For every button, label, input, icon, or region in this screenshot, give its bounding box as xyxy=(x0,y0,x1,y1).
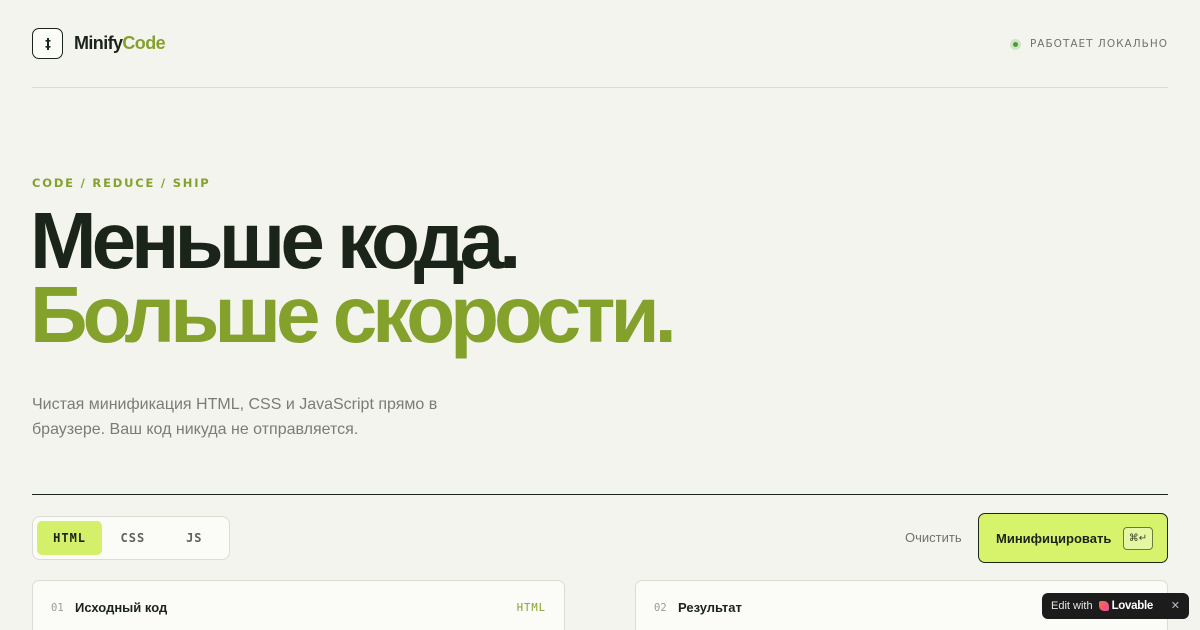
input-panel-lang: HTML xyxy=(516,602,546,614)
page: MinifyCode РАБОТАЕТ ЛОКАЛЬНО CODE / REDU… xyxy=(0,0,1200,630)
close-icon[interactable]: ✕ xyxy=(1171,599,1180,612)
minify-button-label: Минифицировать xyxy=(996,530,1112,546)
tab-css[interactable]: CSS xyxy=(102,521,163,555)
logo-text-primary: Minify xyxy=(74,33,123,53)
clear-button[interactable]: Очистить xyxy=(905,530,962,545)
input-panel-number: 01 xyxy=(51,602,64,614)
minify-button[interactable]: Минифицировать ⌘↵ xyxy=(978,513,1168,563)
output-panel-title: Результат xyxy=(678,600,742,615)
logo[interactable]: MinifyCode xyxy=(32,28,166,59)
language-tabs: HTML CSS JS xyxy=(32,516,230,560)
lovable-badge[interactable]: Edit with Lovable ✕ xyxy=(1042,593,1189,619)
logo-text-accent: Code xyxy=(122,33,166,53)
status-text: РАБОТАЕТ ЛОКАЛЬНО xyxy=(1029,38,1168,50)
hero-headline: Меньше кода. Больше скорости. xyxy=(30,196,677,359)
input-panel: 01 Исходный код HTML xyxy=(32,580,565,630)
logo-text: MinifyCode xyxy=(74,33,166,54)
section-divider xyxy=(32,494,1168,495)
input-panel-title: Исходный код xyxy=(75,600,168,615)
badge-brand: Lovable xyxy=(1111,600,1154,612)
headline-line-1: Меньше кода. xyxy=(30,196,521,285)
logo-mark-icon xyxy=(32,28,63,59)
shortcut-hint: ⌘↵ xyxy=(1123,527,1153,550)
badge-prefix: Edit with xyxy=(1051,600,1093,612)
status-indicator: РАБОТАЕТ ЛОКАЛЬНО xyxy=(1009,38,1168,50)
tab-html[interactable]: HTML xyxy=(37,521,103,555)
app-header: MinifyCode РАБОТАЕТ ЛОКАЛЬНО xyxy=(32,0,1168,88)
headline-line-2: Больше скорости. xyxy=(30,270,677,359)
tab-js[interactable]: JS xyxy=(164,521,225,555)
status-dot-icon xyxy=(1009,38,1021,50)
hero-eyebrow: CODE / REDUCE / SHIP xyxy=(32,176,211,190)
lovable-heart-icon xyxy=(1098,601,1109,611)
hero-lead: Чистая минификация HTML, CSS и JavaScrip… xyxy=(32,396,438,438)
output-panel-number: 02 xyxy=(654,602,667,614)
